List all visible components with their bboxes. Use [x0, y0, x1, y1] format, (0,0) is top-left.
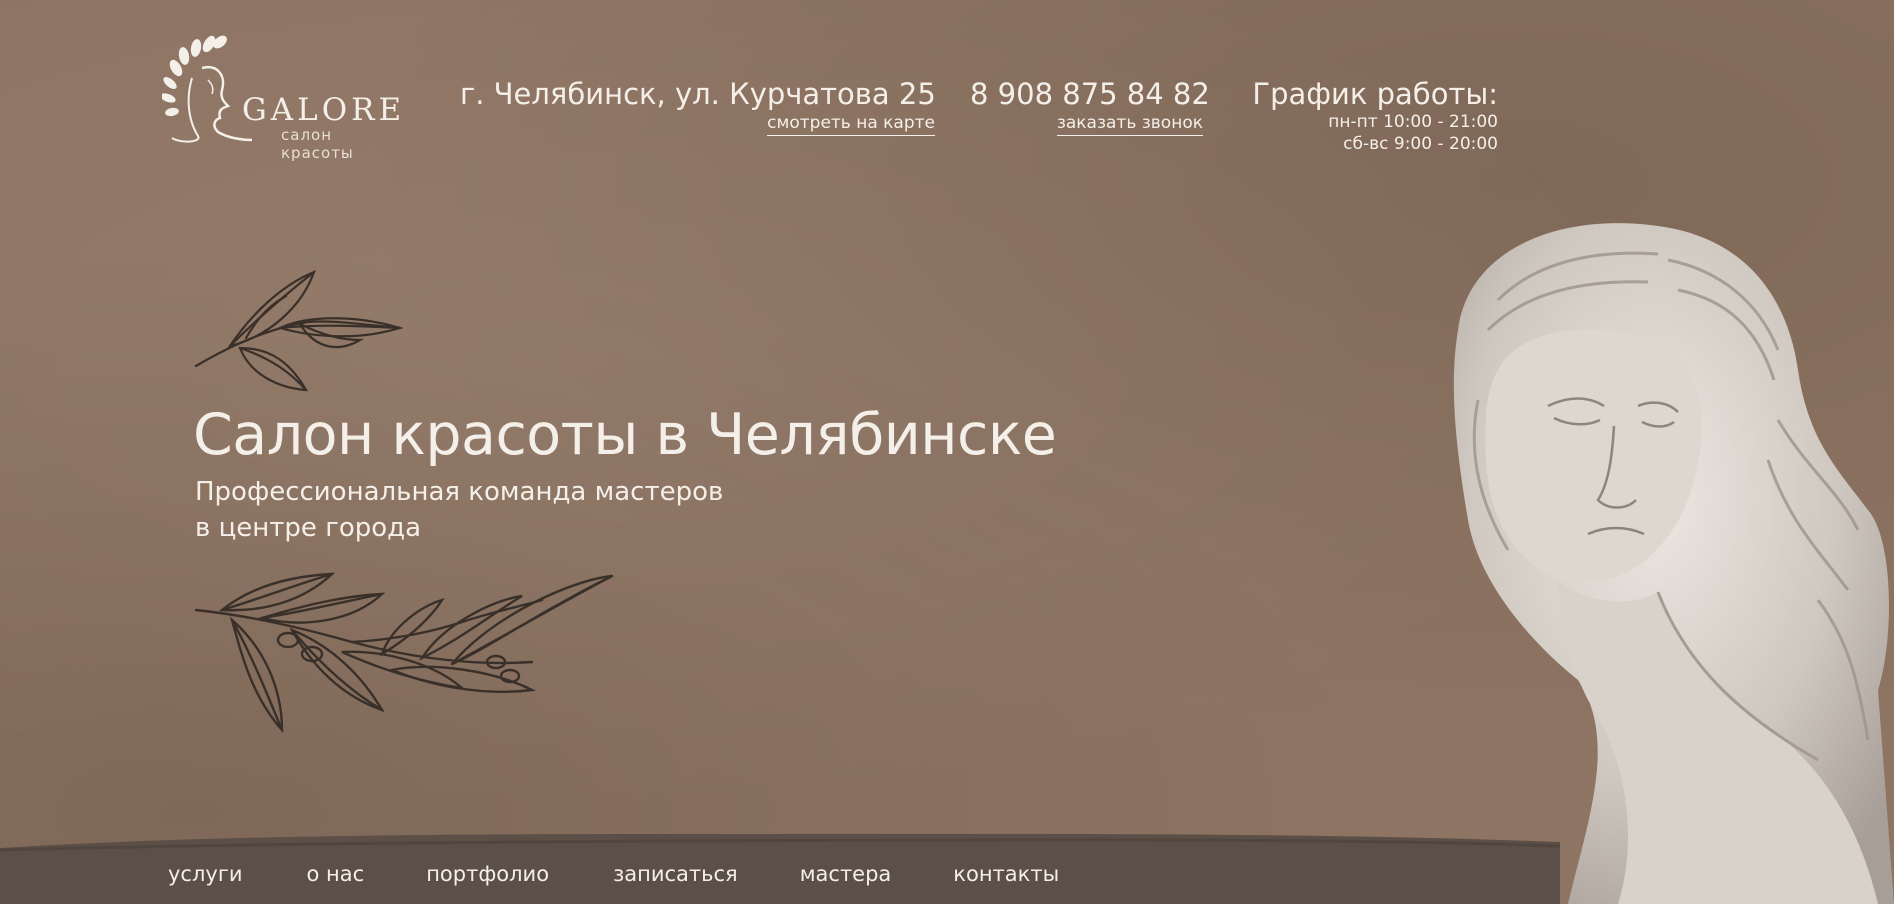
- nav-item-masters[interactable]: мастера: [800, 862, 892, 886]
- page: GALORE салон красоты г. Челябинск, ул. К…: [0, 0, 1894, 904]
- main-nav: услуги о нас портфолио записаться мастер…: [168, 862, 1059, 886]
- hero-subtitle-line1: Профессиональная команда мастеров: [195, 477, 724, 507]
- nav-item-about[interactable]: о нас: [307, 862, 365, 886]
- schedule-weekdays: пн-пт 10:00 - 21:00: [1328, 112, 1498, 132]
- olive-branch-large-icon: [194, 572, 614, 734]
- logo[interactable]: GALORE салон красоты: [162, 28, 406, 162]
- address-text: г. Челябинск, ул. Курчатова 25: [460, 77, 936, 111]
- laurel-head-logo-icon: [162, 35, 252, 143]
- hero-title: Салон красоты в Челябинске: [193, 402, 1057, 468]
- nav-item-portfolio[interactable]: портфолио: [426, 862, 549, 886]
- schedule-title: График работы:: [1252, 77, 1498, 111]
- address-block: г. Челябинск, ул. Курчатова 25 смотреть …: [460, 77, 936, 136]
- phone-block: 8 908 875 84 82 заказать звонок: [970, 77, 1210, 136]
- map-link[interactable]: смотреть на карте: [767, 113, 935, 136]
- schedule-block: График работы: пн-пт 10:00 - 21:00 сб-вс…: [1232, 77, 1498, 155]
- nav-item-contacts[interactable]: контакты: [953, 862, 1059, 886]
- schedule-weekend: сб-вс 9:00 - 20:00: [1343, 134, 1498, 154]
- nav-item-services[interactable]: услуги: [168, 862, 243, 886]
- hero-subtitle-line2: в центре города: [195, 513, 422, 543]
- marble-statue-icon: [1453, 223, 1894, 904]
- olive-branch-small-icon: [194, 270, 404, 392]
- brand-name: GALORE: [242, 92, 406, 128]
- phone-number[interactable]: 8 908 875 84 82: [970, 77, 1210, 111]
- nav-item-booking[interactable]: записаться: [613, 862, 738, 886]
- hero-subtitle: Профессиональная команда мастеров в цент…: [195, 474, 723, 546]
- callback-link[interactable]: заказать звонок: [1056, 113, 1203, 136]
- brand-subtitle: салон красоты: [281, 126, 354, 162]
